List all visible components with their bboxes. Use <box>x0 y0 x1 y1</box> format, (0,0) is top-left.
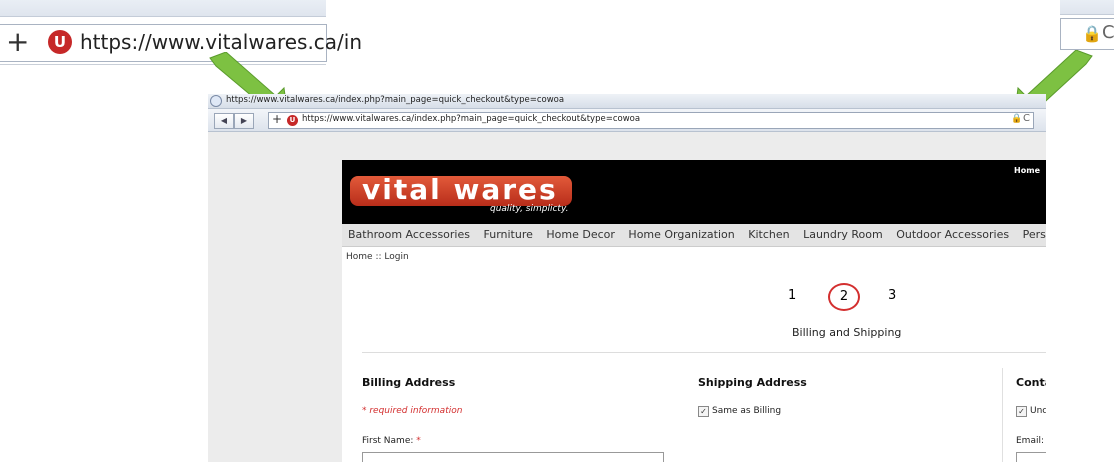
site-logo[interactable]: vital wares quality, simplicty. <box>350 176 572 218</box>
site-shield-icon: U <box>287 115 298 126</box>
email-input[interactable] <box>1016 452 1046 462</box>
logo-wordmark: vital wares <box>350 176 572 206</box>
globe-icon <box>210 95 222 107</box>
step-2-active: 2 <box>828 283 860 311</box>
first-name-label: First Name: * <box>362 436 421 446</box>
window-title: https://www.vitalwares.ca/index.php?main… <box>226 95 565 105</box>
step-label: Billing and Shipping <box>792 326 902 339</box>
address-bar[interactable]: + U https://www.vitalwares.ca/index.php?… <box>268 112 1034 129</box>
add-icon[interactable]: + <box>272 112 282 126</box>
browser-window: https://www.vitalwares.ca/index.php?main… <box>208 94 1046 462</box>
back-button[interactable]: ◀ <box>214 113 234 129</box>
contact-heading: Conta <box>1016 376 1046 389</box>
menu-item-personal-accessories[interactable]: Personal Accessor <box>1018 224 1046 246</box>
required-note: * required information <box>362 406 463 416</box>
zoomed-tab-strip-right <box>1060 0 1114 15</box>
site-header: vital wares quality, simplicty. Home <box>342 160 1046 224</box>
zoomed-tab-strip <box>0 0 326 17</box>
menu-item-furniture[interactable]: Furniture <box>479 224 538 246</box>
title-bar: https://www.vitalwares.ca/index.php?main… <box>208 94 1046 109</box>
lock-icon: 🔒 <box>1011 114 1023 124</box>
logo-tagline: quality, simplicty. <box>490 204 569 214</box>
url-text[interactable]: https://www.vitalwares.ca/index.php?main… <box>302 114 640 124</box>
contact-checkbox-label: Unc <box>1030 406 1046 416</box>
zoomed-reload-icon[interactable]: C <box>1102 22 1114 43</box>
web-page: vital wares quality, simplicty. Home Bat… <box>342 160 1046 462</box>
menu-item-bathroom-accessories[interactable]: Bathroom Accessories <box>342 224 475 246</box>
zoomed-site-shield-icon: U <box>48 30 72 54</box>
breadcrumb[interactable]: Home :: Login <box>346 252 409 262</box>
menu-item-home-decor[interactable]: Home Decor <box>541 224 620 246</box>
contact-checkbox[interactable]: ✓ <box>1016 406 1027 417</box>
reload-icon[interactable]: C <box>1023 113 1030 124</box>
same-as-billing-checkbox[interactable]: ✓ <box>698 406 709 417</box>
step-3: 3 <box>888 288 897 303</box>
step-1: 1 <box>788 288 797 303</box>
first-name-label-text: First Name: <box>362 436 414 446</box>
divider <box>362 352 1046 353</box>
menu-item-kitchen[interactable]: Kitchen <box>743 224 794 246</box>
menu-item-outdoor-accessories[interactable]: Outdoor Accessories <box>891 224 1014 246</box>
category-menu: Bathroom Accessories Furniture Home Deco… <box>342 224 1046 247</box>
billing-heading: Billing Address <box>362 376 456 389</box>
zoomed-lock-icon: 🔒 <box>1082 24 1102 43</box>
zoomed-add-icon[interactable]: + <box>6 28 29 56</box>
required-star: * <box>416 436 421 446</box>
zoomed-url-text: https://www.vitalwares.ca/in <box>80 30 363 54</box>
column-divider <box>1002 368 1003 462</box>
email-label: Email: <box>1016 436 1045 446</box>
navigation-bar: ◀ ▶ + U https://www.vitalwares.ca/index.… <box>208 109 1046 132</box>
first-name-input[interactable] <box>362 452 664 462</box>
menu-item-laundry-room[interactable]: Laundry Room <box>798 224 888 246</box>
header-home-link[interactable]: Home <box>1014 166 1040 175</box>
same-as-billing-label: Same as Billing <box>712 406 782 416</box>
shipping-heading: Shipping Address <box>698 376 807 389</box>
forward-button[interactable]: ▶ <box>234 113 254 129</box>
menu-item-home-organization[interactable]: Home Organization <box>623 224 739 246</box>
